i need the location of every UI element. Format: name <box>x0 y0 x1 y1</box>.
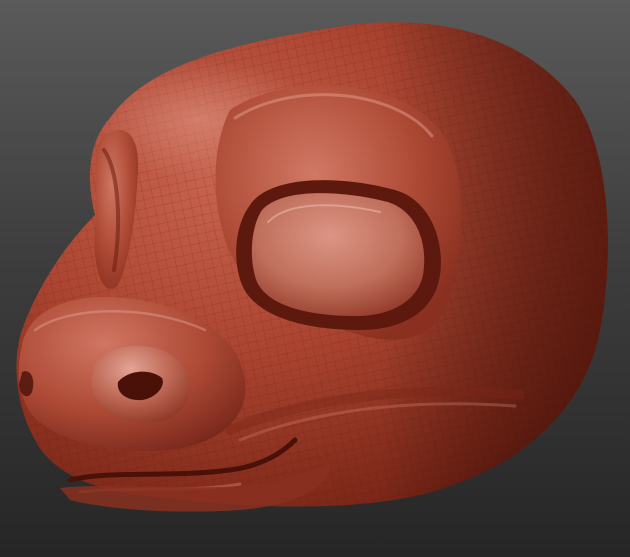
sculpted-creature-head <box>16 22 608 512</box>
eye-socket <box>236 180 441 330</box>
render-viewport <box>0 0 630 557</box>
